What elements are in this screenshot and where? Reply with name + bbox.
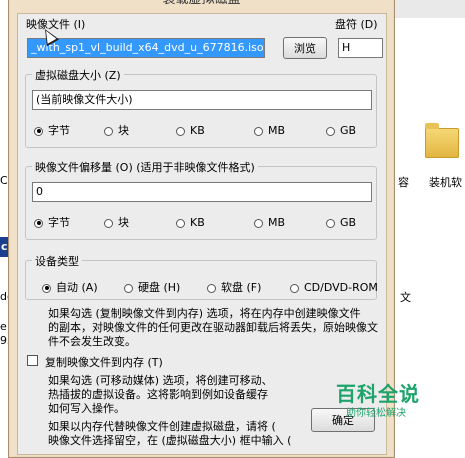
info-text: 如果以内存代替映像文件创建虚拟磁盘，请将 ( — [48, 420, 276, 433]
disk-size-unit-mb[interactable]: MB — [254, 124, 285, 137]
disk-size-title: 虚拟磁盘大小 (Z) — [32, 67, 124, 83]
watermark-logo: 百科全说 助你轻松解决 — [336, 378, 446, 420]
copy-to-memory-label[interactable]: 复制映像文件到内存 (T) — [45, 354, 163, 370]
disk-size-unit-blocks[interactable]: 块 — [104, 124, 129, 137]
device-type-title: 设备类型 — [32, 253, 82, 269]
disk-size-unit-kb[interactable]: KB — [176, 124, 205, 137]
device-type-hard-disk[interactable]: 硬盘 (H) — [124, 281, 180, 294]
offset-unit-bytes[interactable]: 字节 — [34, 216, 70, 229]
background-text: e — [0, 320, 7, 333]
watermark-title: 百科全说 — [336, 382, 420, 406]
info-text: 如果勾选 (复制映像文件到内存) 选项，将在内存中创建映像文件 — [48, 307, 361, 320]
desktop-icon-label[interactable]: 装机软 — [429, 174, 462, 190]
offset-group: 映像文件偏移量 (O) (适用于非映像文件格式) 0 字节 块 KB MB GB — [25, 159, 377, 240]
background-text: c — [1, 240, 8, 253]
image-file-label: 映像文件 (I) — [26, 18, 86, 31]
watermark-subtitle: 助你轻松解决 — [346, 408, 406, 419]
info-text: 热插拔的虚拟设备。这将影响到例如设备缓存 — [48, 388, 268, 401]
offset-unit-mb[interactable]: MB — [254, 216, 285, 229]
disk-size-unit-bytes[interactable]: 字节 — [34, 124, 70, 137]
info-text: 映像文件选择留空，在 (虚拟磁盘大小) 框中输入 ( — [48, 434, 292, 447]
info-text: 如果勾选 (可移动媒体) 选项，将创建可移动、 — [48, 374, 273, 387]
offset-input[interactable]: 0 — [32, 182, 372, 202]
drive-letter-label: 盘符 (D) — [335, 18, 378, 31]
offset-title: 映像文件偏移量 (O) (适用于非映像文件格式) — [32, 159, 258, 175]
browse-button[interactable]: 浏览 — [283, 37, 327, 59]
image-file-input[interactable]: _with_sp1_vl_build_x64_dvd_u_677816.iso — [27, 38, 265, 58]
background-window-strip — [393, 0, 465, 18]
drive-letter-input[interactable]: H — [338, 38, 383, 58]
device-type-group: 设备类型 自动 (A) 硬盘 (H) 软盘 (F) CD/DVD-ROM — [25, 253, 378, 300]
background-text: 文 — [400, 291, 411, 304]
device-type-auto[interactable]: 自动 (A) — [42, 281, 98, 294]
offset-unit-gb[interactable]: GB — [326, 216, 356, 229]
disk-size-group: 虚拟磁盘大小 (Z) (当前映像文件大小) 字节 块 KB MB GB — [25, 67, 377, 148]
device-type-cdrom[interactable]: CD/DVD-ROM — [290, 281, 378, 294]
dialog-title: 装载虚拟磁盘 — [9, 0, 394, 13]
disk-size-unit-gb[interactable]: GB — [326, 124, 356, 137]
offset-unit-blocks[interactable]: 块 — [104, 216, 129, 229]
copy-to-memory-checkbox[interactable] — [27, 355, 38, 366]
disk-size-input[interactable]: (当前映像文件大小) — [32, 90, 372, 110]
folder-icon[interactable] — [425, 123, 459, 158]
info-text: 如何写入操作。 — [48, 402, 125, 415]
dialog-client-area: 映像文件 (I) 盘符 (D) _with_sp1_vl_build_x64_d… — [17, 13, 387, 455]
info-text: 件不会发生改变。 — [48, 335, 136, 348]
info-text: 的副本，对映像文件的任何更改在驱动器卸载后将丢失，原始映像文 — [48, 321, 378, 334]
device-type-floppy[interactable]: 软盘 (F) — [207, 281, 261, 294]
background-text: 容 — [398, 176, 409, 189]
offset-unit-kb[interactable]: KB — [176, 216, 205, 229]
